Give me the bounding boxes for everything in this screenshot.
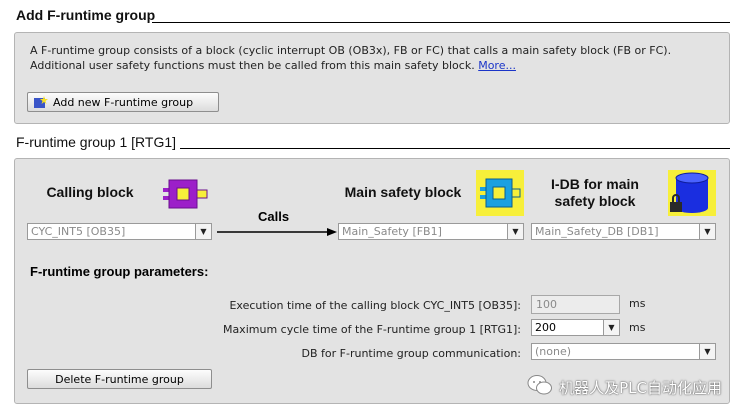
max-cycle-label: Maximum cycle time of the F-runtime grou… <box>222 323 521 336</box>
calls-label: Calls <box>258 209 290 224</box>
params-heading: F-runtime group parameters: <box>30 264 209 279</box>
idb-value: Main_Safety_DB [DB1] <box>535 225 659 238</box>
main-safety-block-value: Main_Safety [FB1] <box>342 225 442 238</box>
chevron-down-icon[interactable]: ▼ <box>507 224 523 239</box>
exec-time-unit: ms <box>629 297 646 310</box>
calling-block-value: CYC_INT5 [OB35] <box>31 225 126 238</box>
fb-block-icon <box>476 170 524 219</box>
wechat-icon <box>527 374 553 400</box>
add-section-divider <box>152 22 730 23</box>
max-cycle-unit: ms <box>629 321 646 334</box>
main-safety-block-label: Main safety block <box>344 184 462 200</box>
chevron-down-icon[interactable]: ▼ <box>699 224 715 239</box>
watermark: 机器人及PLC自动化应用 <box>527 374 722 400</box>
add-new-group-label: Add new F-runtime group <box>53 95 194 109</box>
idb-select[interactable]: Main_Safety_DB [DB1] ▼ <box>531 223 716 240</box>
idb-label: I-DB for main safety block <box>551 176 639 209</box>
more-link[interactable]: More... <box>478 59 516 72</box>
add-new-group-button[interactable]: Add new F-runtime group <box>27 92 219 112</box>
db-comm-select[interactable]: (none) ▼ <box>531 343 716 360</box>
chevron-down-icon[interactable]: ▼ <box>699 344 715 359</box>
add-group-description: A F-runtime group consists of a block (c… <box>30 43 720 73</box>
main-safety-block-select[interactable]: Main_Safety [FB1] ▼ <box>338 223 524 240</box>
calling-block-label: Calling block <box>46 184 134 200</box>
chevron-down-icon[interactable]: ▼ <box>195 224 211 239</box>
group-section-title: F-runtime group 1 [RTG1] <box>16 134 177 150</box>
description-text: A F-runtime group consists of a block (c… <box>30 44 672 72</box>
calls-arrow-icon <box>217 227 337 240</box>
db-comm-label: DB for F-runtime group communication: <box>301 347 521 360</box>
group-section-divider <box>180 148 730 149</box>
exec-time-label: Execution time of the calling block CYC_… <box>229 299 521 312</box>
max-cycle-select[interactable]: 200 ▼ <box>531 319 620 336</box>
db-comm-value: (none) <box>535 345 572 358</box>
add-star-icon <box>34 96 48 108</box>
calling-block-select[interactable]: CYC_INT5 [OB35] ▼ <box>27 223 212 240</box>
add-section-title: Add F-runtime group <box>16 7 156 23</box>
chevron-down-icon[interactable]: ▼ <box>603 320 619 335</box>
ob-block-icon <box>163 178 211 213</box>
delete-group-button[interactable]: Delete F-runtime group <box>27 369 212 389</box>
exec-time-field: 100 <box>531 295 620 314</box>
database-lock-icon <box>668 170 716 219</box>
max-cycle-value: 200 <box>535 321 556 334</box>
watermark-text: 机器人及PLC自动化应用 <box>559 378 722 397</box>
